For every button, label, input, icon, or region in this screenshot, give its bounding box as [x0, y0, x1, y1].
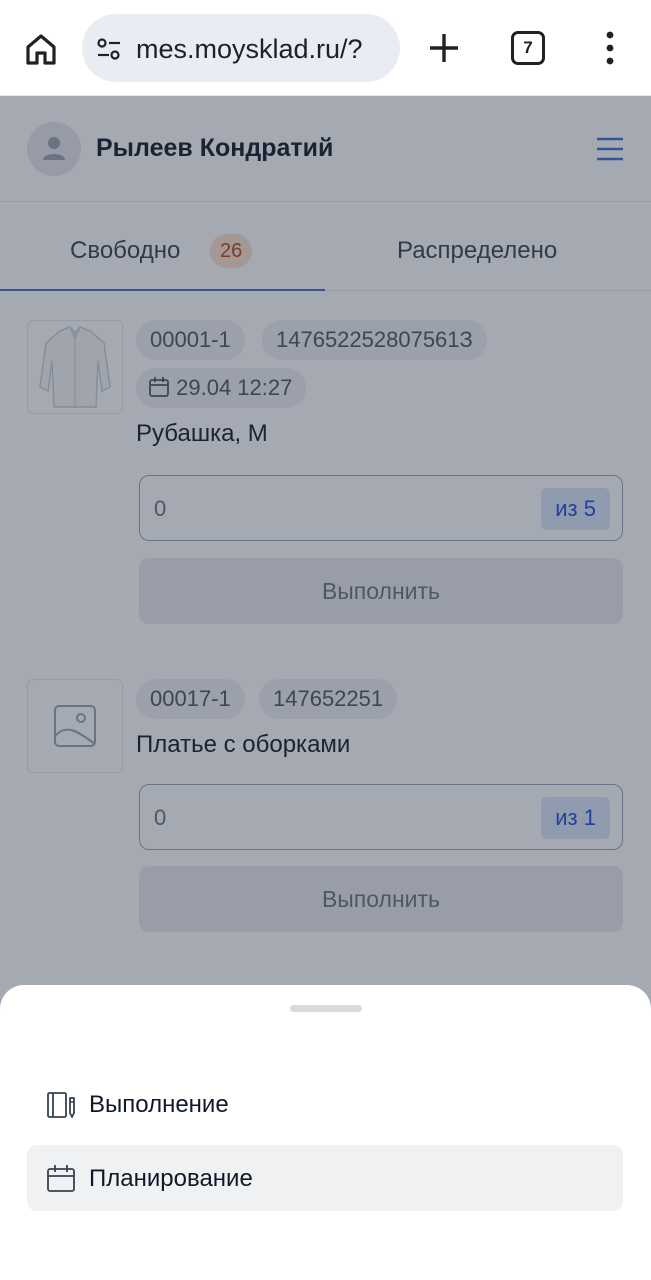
- bottom-sheet: Выполнение Планирование: [0, 985, 651, 1280]
- browser-toolbar: mes.moysklad.ru/? 7: [0, 0, 651, 96]
- sheet-item-planning[interactable]: Планирование: [27, 1145, 623, 1211]
- drag-handle[interactable]: [290, 1005, 362, 1012]
- address-bar[interactable]: mes.moysklad.ru/?: [82, 14, 400, 82]
- new-tab-icon[interactable]: [424, 28, 464, 68]
- tab-switcher-icon[interactable]: 7: [511, 31, 545, 65]
- sheet-item-execution[interactable]: Выполнение: [27, 1071, 623, 1137]
- sheet-item-label: Выполнение: [89, 1091, 229, 1118]
- sheet-item-label: Планирование: [89, 1165, 253, 1192]
- calendar-icon: [47, 1165, 75, 1192]
- url-text[interactable]: mes.moysklad.ru/?: [136, 34, 363, 65]
- home-icon[interactable]: [22, 30, 60, 68]
- more-menu-icon[interactable]: [600, 30, 620, 66]
- site-settings-icon[interactable]: [96, 36, 122, 62]
- execution-icon: [47, 1092, 75, 1118]
